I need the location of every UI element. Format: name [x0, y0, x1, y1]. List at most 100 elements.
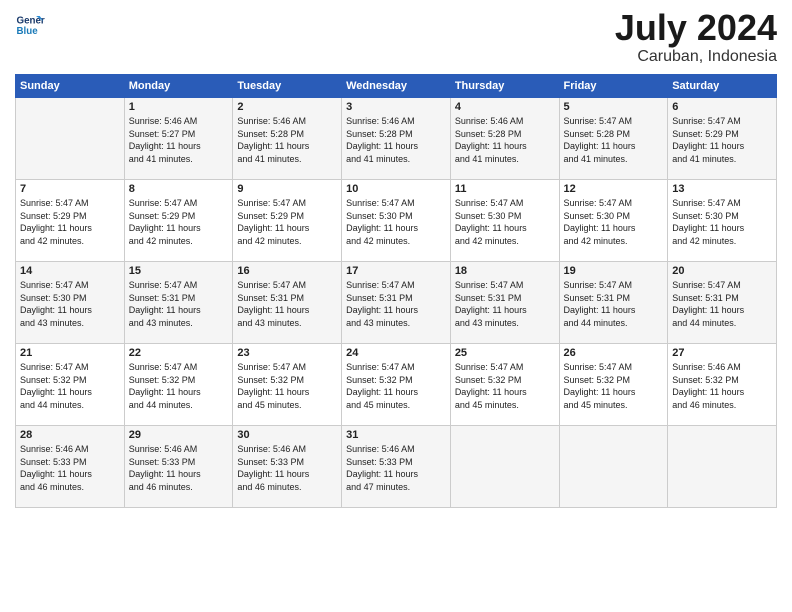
- day-info: Sunrise: 5:46 AM Sunset: 5:28 PM Dayligh…: [346, 115, 446, 165]
- calendar-cell: 10Sunrise: 5:47 AM Sunset: 5:30 PM Dayli…: [342, 180, 451, 262]
- svg-text:General: General: [17, 16, 46, 27]
- day-info: Sunrise: 5:47 AM Sunset: 5:31 PM Dayligh…: [346, 279, 446, 329]
- week-row-4: 21 Sunrise: 5:47 AM Sunset: 5:32 PM Dayli…: [16, 344, 777, 426]
- day-info: Sunrise: 5:47 AM Sunset: 5:30 PM Dayligh…: [20, 279, 120, 329]
- calendar-cell: [450, 426, 559, 508]
- day-info: Sunrise: 5:47 AM Sunset: 5:31 PM Dayligh…: [129, 279, 229, 329]
- day-info: Sunrise: 5:47 AM Sunset: 5:31 PM Dayligh…: [564, 279, 664, 329]
- calendar-cell: 3Sunrise: 5:46 AM Sunset: 5:28 PM Daylig…: [342, 98, 451, 180]
- column-header-tuesday: Tuesday: [233, 75, 342, 98]
- day-info: Sunrise: 5:47 AM Sunset: 5:28 PM Dayligh…: [564, 115, 664, 165]
- day-info: Sunrise: 5:47 AM Sunset: 5:29 PM Dayligh…: [20, 197, 120, 247]
- day-number: 24: [346, 347, 446, 359]
- calendar-cell: 15 Sunrise: 5:47 AM Sunset: 5:31 PM Dayli…: [124, 262, 233, 344]
- title-block: July 2024 Caruban, Indonesia: [615, 10, 777, 66]
- day-number: 19: [564, 265, 664, 277]
- page-header: General Blue July 2024 Caruban, Indonesi…: [15, 10, 777, 66]
- calendar-cell: 9 Sunrise: 5:47 AM Sunset: 5:29 PM Daylig…: [233, 180, 342, 262]
- day-info: Sunrise: 5:47 AM Sunset: 5:30 PM Dayligh…: [455, 197, 555, 247]
- day-number: 7: [20, 183, 120, 195]
- day-number: 9: [237, 183, 337, 195]
- day-number: 28: [20, 429, 120, 441]
- day-number: 29: [129, 429, 229, 441]
- day-info: Sunrise: 5:47 AM Sunset: 5:29 PM Dayligh…: [129, 197, 229, 247]
- day-info: Sunrise: 5:47 AM Sunset: 5:31 PM Dayligh…: [237, 279, 337, 329]
- calendar-cell: 27 Sunrise: 5:46 AM Sunset: 5:32 PM Dayli…: [668, 344, 777, 426]
- calendar-cell: 23 Sunrise: 5:47 AM Sunset: 5:32 PM Dayli…: [233, 344, 342, 426]
- calendar-cell: 2 Sunrise: 5:46 AM Sunset: 5:28 PM Daylig…: [233, 98, 342, 180]
- calendar-cell: 21 Sunrise: 5:47 AM Sunset: 5:32 PM Dayli…: [16, 344, 125, 426]
- calendar-cell: 31 Sunrise: 5:46 AM Sunset: 5:33 PM Dayli…: [342, 426, 451, 508]
- day-info: Sunrise: 5:46 AM Sunset: 5:28 PM Dayligh…: [455, 115, 555, 165]
- day-number: 30: [237, 429, 337, 441]
- day-number: 8: [129, 183, 229, 195]
- column-header-sunday: Sunday: [16, 75, 125, 98]
- day-number: 16: [237, 265, 337, 277]
- calendar-cell: [16, 98, 125, 180]
- day-number: 17: [346, 265, 446, 277]
- calendar-cell: 30 Sunrise: 5:46 AM Sunset: 5:33 PM Dayli…: [233, 426, 342, 508]
- day-info: Sunrise: 5:46 AM Sunset: 5:33 PM Dayligh…: [129, 443, 229, 493]
- day-number: 21: [20, 347, 120, 359]
- logo-icon: General Blue: [15, 10, 45, 40]
- calendar-cell: 1 Sunrise: 5:46 AM Sunset: 5:27 PM Daylig…: [124, 98, 233, 180]
- calendar-cell: 4 Sunrise: 5:46 AM Sunset: 5:28 PM Daylig…: [450, 98, 559, 180]
- day-number: 14: [20, 265, 120, 277]
- calendar-cell: 5Sunrise: 5:47 AM Sunset: 5:28 PM Daylig…: [559, 98, 668, 180]
- day-number: 12: [564, 183, 664, 195]
- day-number: 23: [237, 347, 337, 359]
- week-row-1: 1 Sunrise: 5:46 AM Sunset: 5:27 PM Daylig…: [16, 98, 777, 180]
- calendar-cell: 26Sunrise: 5:47 AM Sunset: 5:32 PM Dayli…: [559, 344, 668, 426]
- day-info: Sunrise: 5:46 AM Sunset: 5:33 PM Dayligh…: [237, 443, 337, 493]
- day-info: Sunrise: 5:47 AM Sunset: 5:29 PM Dayligh…: [672, 115, 772, 165]
- day-number: 22: [129, 347, 229, 359]
- calendar-cell: 16 Sunrise: 5:47 AM Sunset: 5:31 PM Dayli…: [233, 262, 342, 344]
- calendar-cell: 6 Sunrise: 5:47 AM Sunset: 5:29 PM Daylig…: [668, 98, 777, 180]
- day-info: Sunrise: 5:47 AM Sunset: 5:30 PM Dayligh…: [672, 197, 772, 247]
- week-row-5: 28 Sunrise: 5:46 AM Sunset: 5:33 PM Dayli…: [16, 426, 777, 508]
- column-header-wednesday: Wednesday: [342, 75, 451, 98]
- calendar-cell: 8 Sunrise: 5:47 AM Sunset: 5:29 PM Daylig…: [124, 180, 233, 262]
- day-number: 18: [455, 265, 555, 277]
- day-number: 13: [672, 183, 772, 195]
- svg-text:Blue: Blue: [17, 26, 39, 37]
- calendar-cell: 17 Sunrise: 5:47 AM Sunset: 5:31 PM Dayli…: [342, 262, 451, 344]
- column-header-friday: Friday: [559, 75, 668, 98]
- day-info: Sunrise: 5:47 AM Sunset: 5:32 PM Dayligh…: [20, 361, 120, 411]
- day-info: Sunrise: 5:46 AM Sunset: 5:28 PM Dayligh…: [237, 115, 337, 165]
- day-info: Sunrise: 5:47 AM Sunset: 5:32 PM Dayligh…: [346, 361, 446, 411]
- column-header-monday: Monday: [124, 75, 233, 98]
- day-number: 1: [129, 101, 229, 113]
- location-title: Caruban, Indonesia: [615, 48, 777, 66]
- day-info: Sunrise: 5:46 AM Sunset: 5:27 PM Dayligh…: [129, 115, 229, 165]
- day-number: 4: [455, 101, 555, 113]
- week-row-2: 7 Sunrise: 5:47 AM Sunset: 5:29 PM Daylig…: [16, 180, 777, 262]
- calendar-table: SundayMondayTuesdayWednesdayThursdayFrid…: [15, 74, 777, 508]
- day-number: 27: [672, 347, 772, 359]
- day-number: 26: [564, 347, 664, 359]
- logo: General Blue: [15, 10, 45, 40]
- calendar-cell: 18Sunrise: 5:47 AM Sunset: 5:31 PM Dayli…: [450, 262, 559, 344]
- calendar-cell: 14 Sunrise: 5:47 AM Sunset: 5:30 PM Dayli…: [16, 262, 125, 344]
- day-info: Sunrise: 5:46 AM Sunset: 5:33 PM Dayligh…: [346, 443, 446, 493]
- column-headers: SundayMondayTuesdayWednesdayThursdayFrid…: [16, 75, 777, 98]
- day-info: Sunrise: 5:47 AM Sunset: 5:30 PM Dayligh…: [564, 197, 664, 247]
- day-info: Sunrise: 5:47 AM Sunset: 5:32 PM Dayligh…: [237, 361, 337, 411]
- month-title: July 2024: [615, 10, 777, 46]
- day-number: 2: [237, 101, 337, 113]
- day-info: Sunrise: 5:47 AM Sunset: 5:30 PM Dayligh…: [346, 197, 446, 247]
- day-number: 15: [129, 265, 229, 277]
- calendar-cell: 13 Sunrise: 5:47 AM Sunset: 5:30 PM Dayli…: [668, 180, 777, 262]
- calendar-cell: 22Sunrise: 5:47 AM Sunset: 5:32 PM Dayli…: [124, 344, 233, 426]
- column-header-saturday: Saturday: [668, 75, 777, 98]
- calendar-cell: 20Sunrise: 5:47 AM Sunset: 5:31 PM Dayli…: [668, 262, 777, 344]
- calendar-cell: [559, 426, 668, 508]
- day-info: Sunrise: 5:47 AM Sunset: 5:31 PM Dayligh…: [672, 279, 772, 329]
- day-info: Sunrise: 5:47 AM Sunset: 5:29 PM Dayligh…: [237, 197, 337, 247]
- day-number: 6: [672, 101, 772, 113]
- day-info: Sunrise: 5:46 AM Sunset: 5:32 PM Dayligh…: [672, 361, 772, 411]
- week-row-3: 14 Sunrise: 5:47 AM Sunset: 5:30 PM Dayli…: [16, 262, 777, 344]
- column-header-thursday: Thursday: [450, 75, 559, 98]
- day-number: 31: [346, 429, 446, 441]
- calendar-cell: 28Sunrise: 5:46 AM Sunset: 5:33 PM Dayli…: [16, 426, 125, 508]
